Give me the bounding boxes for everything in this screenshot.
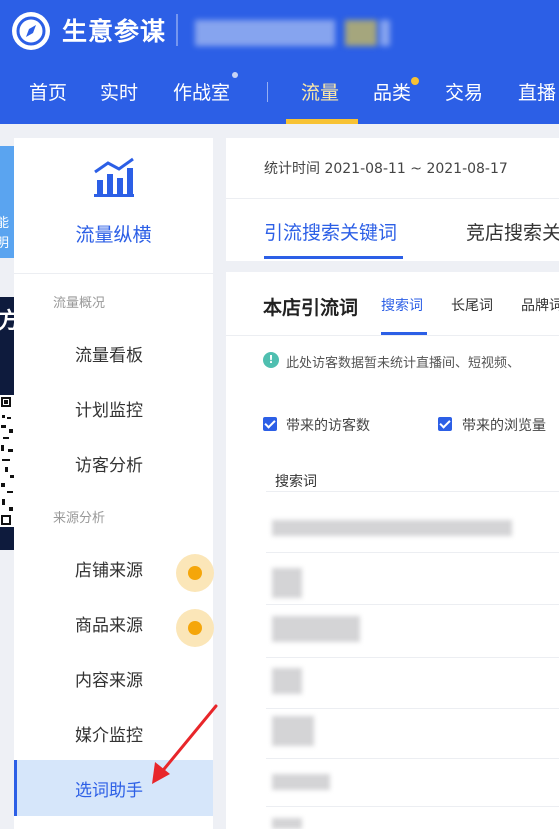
trend-chart-icon (91, 156, 137, 204)
tab-competitor-keywords[interactable]: 竞店搜索关 (466, 218, 559, 245)
table-row-divider (266, 708, 559, 709)
title-divider (176, 14, 178, 46)
table-row-divider (266, 806, 559, 807)
floating-promo-widget[interactable]: 能 明 (0, 146, 14, 258)
sidebar-item-label: 计划监控 (75, 401, 143, 421)
nav-trade[interactable]: 交易 (445, 78, 483, 105)
sidebar-item-label: 访客分析 (75, 456, 143, 476)
nav-live[interactable]: 直播 (518, 78, 556, 105)
redacted-shop-name (195, 20, 335, 46)
sidebar-item-keyword-assistant[interactable]: 选词助手 (14, 760, 213, 816)
sidebar-item-traffic-board[interactable]: 流量看板 (14, 325, 213, 381)
group-source-analysis: 来源分析 (53, 511, 106, 526)
redacted-badge (345, 20, 377, 46)
nav-divider (267, 82, 268, 102)
sidebar-item-visitor-analysis[interactable]: 访客分析 (14, 435, 213, 491)
redacted-keyword-cell (272, 716, 314, 746)
checkbox-pageviews-label: 带来的浏览量 (462, 418, 546, 434)
promo-text-1: 能 (0, 216, 10, 231)
table-row-divider (266, 552, 559, 553)
sidebar: 流量纵横 流量概况 流量看板 计划监控 访客分析 来源分析 店铺来源 商品来源 … (14, 138, 214, 829)
top-header: 生意参谋 首页 实时 作战室 流量 品类 交易 直播 (0, 0, 559, 124)
nav-category-dot (411, 77, 419, 85)
divider (226, 335, 559, 336)
table-header-line (266, 491, 559, 492)
checkbox-visitors-label: 带来的访客数 (286, 418, 370, 434)
column-header-search-word: 搜索词 (275, 474, 317, 490)
new-badge-dot (176, 609, 214, 647)
redacted-keyword-cell (272, 774, 330, 790)
nav-realtime[interactable]: 实时 (100, 78, 138, 105)
table-row-divider (266, 604, 559, 605)
tab-traffic-keywords[interactable]: 引流搜索关键词 (264, 218, 397, 245)
divider (226, 198, 559, 199)
compass-logo-icon[interactable] (12, 12, 50, 50)
nav-active-underline (286, 119, 358, 124)
nav-traffic[interactable]: 流量 (301, 78, 339, 105)
table-row-divider (266, 758, 559, 759)
sidebar-item-label: 内容来源 (75, 671, 143, 691)
subtab-search-words[interactable]: 搜索词 (381, 295, 423, 315)
sidebar-item-content-source[interactable]: 内容来源 (14, 650, 213, 706)
nav-category[interactable]: 品类 (373, 78, 411, 105)
redacted-keyword-cell (272, 818, 302, 829)
redacted-keyword-cell (272, 616, 360, 642)
nav-war-room[interactable]: 作战室 (173, 78, 230, 105)
subtab-brand-words[interactable]: 品牌词 (521, 295, 559, 315)
sidebar-item-media-monitor[interactable]: 媒介监控 (14, 705, 213, 761)
section-title: 本店引流词 (263, 297, 359, 319)
nav-home[interactable]: 首页 (29, 78, 67, 105)
keyword-table-card: 本店引流词 搜索词 长尾词 品牌词 ! 此处访客数据暂未统计直播间、短视频、 带… (226, 272, 559, 829)
promo-text-2: 明 (0, 236, 10, 251)
group-traffic-overview: 流量概况 (53, 296, 106, 311)
info-icon: ! (263, 352, 279, 368)
sidebar-item-label: 流量看板 (75, 346, 143, 366)
subtab-long-tail-words[interactable]: 长尾词 (451, 295, 493, 315)
notice-text: 此处访客数据暂未统计直播间、短视频、 (286, 356, 521, 371)
sidebar-title: 流量纵横 (75, 224, 152, 246)
stat-time-range: 统计时间 2021-08-11 ~ 2021-08-17 (264, 161, 508, 177)
app-title: 生意参谋 (62, 17, 167, 46)
sidebar-item-product-source[interactable]: 商品来源 (14, 595, 214, 651)
checkbox-pageviews[interactable] (438, 417, 452, 431)
sidebar-header: 流量纵横 (14, 138, 213, 274)
sidebar-item-label: 店铺来源 (75, 561, 143, 581)
table-row-divider (266, 657, 559, 658)
new-badge-dot (176, 554, 214, 592)
tab-active-underline (264, 256, 403, 259)
redacted-keyword-cell (272, 520, 512, 536)
redacted-keyword-cell (272, 568, 302, 598)
sidebar-item-label: 选词助手 (75, 781, 143, 801)
sidebar-item-plan-monitor[interactable]: 计划监控 (14, 380, 213, 436)
date-and-tabs-card: 统计时间 2021-08-11 ~ 2021-08-17 引流搜索关键词 竞店搜… (226, 138, 559, 261)
redacted-extra (380, 20, 390, 46)
redacted-keyword-cell (272, 668, 302, 694)
sidebar-item-shop-source[interactable]: 店铺来源 (14, 540, 214, 596)
sidebar-item-label: 媒介监控 (75, 726, 143, 746)
qr-code-image (0, 395, 15, 527)
checkbox-visitors[interactable] (263, 417, 277, 431)
sidebar-item-label: 商品来源 (75, 616, 143, 636)
nav-war-room-marker (232, 72, 238, 78)
